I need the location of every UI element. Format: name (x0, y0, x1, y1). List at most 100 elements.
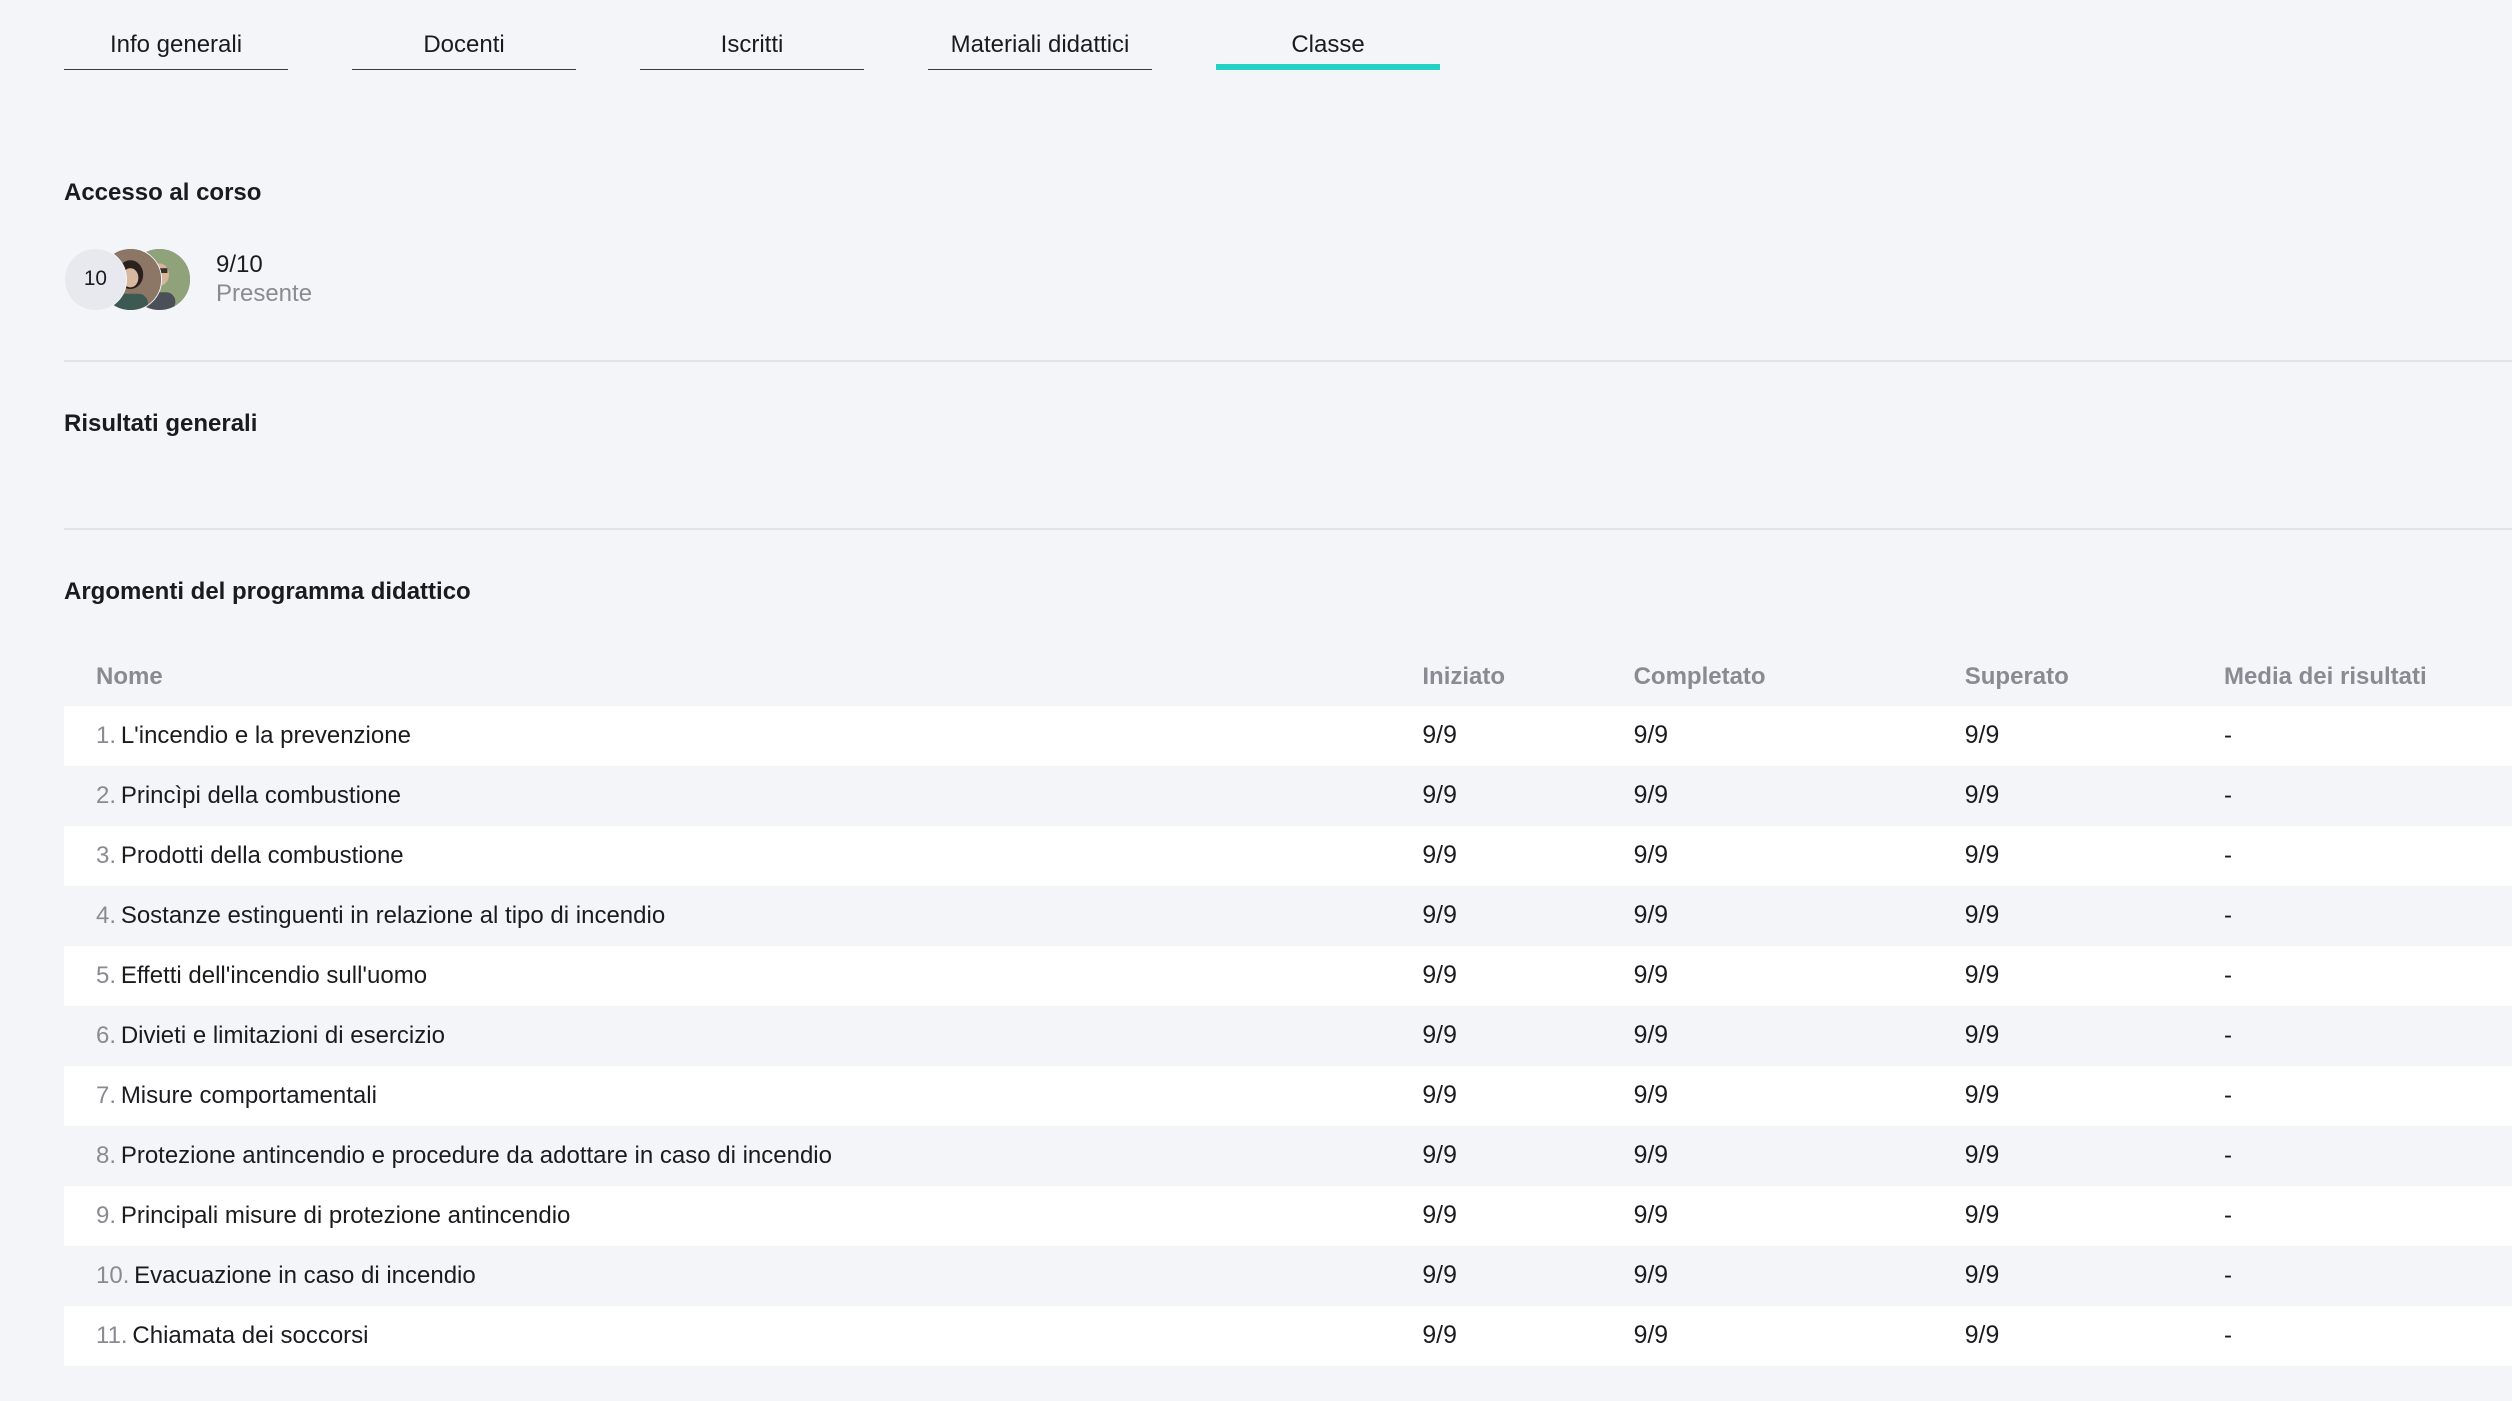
table-row[interactable]: 6. Divieti e limitazioni di esercizio 9/9 9… (64, 1005, 2512, 1066)
topic-completed-cell: 9/9 (1633, 1261, 1669, 1289)
access-status: Presente (215, 280, 313, 307)
topic-started-cell: 9/9 (1422, 781, 1457, 809)
table-row[interactable]: 7. Misure comportamentali 9/9 9/9 9/9- (64, 1065, 2512, 1126)
topic-started-cell: 9/9 (1422, 1261, 1457, 1289)
topic-index: 9. (96, 1201, 117, 1229)
topics-table: Nome Iniziato Completato Superato Media … (64, 648, 2512, 1366)
topic-name: Sostanze estinguenti in relazione al tip… (120, 901, 666, 929)
topic-completed-cell: 9/9 (1633, 1141, 1669, 1169)
table-row[interactable]: 11. Chiamata dei soccorsi 9/9 9/9 9/9- (64, 1305, 2512, 1366)
topic-started-cell: 9/9 (1422, 1021, 1457, 1049)
topic-average-cell: - (2223, 781, 2232, 809)
topic-name-cell: 8. Protezione antincendio e procedure da … (64, 1142, 1422, 1170)
topic-passed-cell: 9/9 (1964, 1321, 2000, 1349)
topic-started-cell: 9/9 (1422, 841, 1457, 869)
results-section-title: Risultati generali (64, 409, 258, 437)
topic-name-cell: 10. Evacuazione in caso di incendio (64, 1262, 1422, 1290)
topic-index: 7. (96, 1081, 117, 1109)
topic-name-cell: 11. Chiamata dei soccorsi (64, 1322, 1422, 1350)
topic-started-cell: 9/9 (1422, 1321, 1457, 1349)
table-row[interactable]: 4. Sostanze estinguenti in relazione al t… (64, 885, 2512, 946)
tab-info-generali[interactable]: Info generali (64, 29, 288, 70)
topic-name-cell: 4. Sostanze estinguenti in relazione al t… (64, 902, 1422, 930)
topic-completed-cell: 9/9 (1633, 721, 1669, 749)
topics-section-title: Argomenti del programma didattico (64, 577, 471, 605)
topic-passed-cell: 9/9 (1964, 1081, 2000, 1109)
table-row[interactable]: 10. Evacuazione in caso di incendio 9/9 9/9… (64, 1245, 2512, 1306)
topic-average-cell: - (2223, 1261, 2232, 1289)
topic-completed-cell: 9/9 (1633, 841, 1669, 869)
topic-started-cell: 9/9 (1422, 1081, 1457, 1109)
column-header-started[interactable]: Iniziato (1422, 663, 1633, 691)
table-header: Nome Iniziato Completato Superato Media … (64, 648, 2512, 706)
topic-passed-cell: 9/9 (1964, 781, 2000, 809)
topic-completed-cell: 9/9 (1633, 1321, 1669, 1349)
column-header-completed[interactable]: Completato (1634, 663, 1965, 691)
tab-iscritti[interactable]: Iscritti (640, 29, 864, 70)
topic-average-cell: - (2223, 721, 2232, 749)
tab-classe[interactable]: Classe (1216, 29, 1440, 70)
topic-index: 6. (96, 1021, 117, 1049)
topic-passed-cell: 9/9 (1964, 721, 2000, 749)
tab-docenti[interactable]: Docenti (352, 29, 576, 70)
topic-completed-cell: 9/9 (1633, 1201, 1669, 1229)
table-row[interactable]: 1. L'incendio e la prevenzione 9/9 9/9 9/9 - (64, 705, 2512, 766)
topic-name: L'incendio e la prevenzione (120, 721, 411, 749)
topic-index: 4. (96, 901, 117, 929)
topic-index: 5. (96, 961, 117, 989)
access-info: 9/10 Presente (216, 251, 312, 309)
topic-average-cell: - (2223, 841, 2232, 869)
topic-name: Prodotti della combustione (120, 841, 404, 869)
avatar-group[interactable]: 10 (64, 248, 195, 312)
topic-completed-cell: 9/9 (1633, 1081, 1669, 1109)
table-row[interactable]: 8. Protezione antincendio e procedure da … (64, 1125, 2512, 1186)
topic-name-cell: 5. Effetti dell'incendio sull'uomo (64, 962, 1422, 990)
topic-name-cell: 2. Princìpi della combustione (64, 782, 1422, 810)
column-header-passed[interactable]: Superato (1965, 663, 2224, 691)
topic-name-cell: 3. Prodotti della combustione (64, 842, 1422, 870)
topic-average-cell: - (2223, 1321, 2232, 1349)
topic-passed-cell: 9/9 (1964, 1021, 2000, 1049)
topic-completed-cell: 9/9 (1633, 901, 1669, 929)
topic-started-cell: 9/9 (1422, 901, 1457, 929)
topic-name: Chiamata dei soccorsi (132, 1321, 369, 1349)
topic-index: 1. (96, 721, 117, 749)
topic-average-cell: - (2223, 1021, 2232, 1049)
topic-index: 11. (96, 1321, 128, 1349)
table-row[interactable]: 3. Prodotti della combustione 9/9 9/9 9/9- (64, 825, 2512, 886)
topic-name: Effetti dell'incendio sull'uomo (120, 961, 428, 989)
topic-name: Evacuazione in caso di incendio (134, 1261, 476, 1289)
topic-name-cell: 9. Principali misure di protezione antinc… (64, 1202, 1422, 1230)
topic-completed-cell: 9/9 (1633, 961, 1669, 989)
topic-name-cell: 7. Misure comportamentali (64, 1082, 1422, 1110)
table-row[interactable]: 5. Effetti dell'incendio sull'uomo 9/9 9/9 9… (64, 945, 2512, 1006)
topic-average-cell: - (2223, 1141, 2232, 1169)
topic-index: 10. (96, 1261, 130, 1289)
topic-completed-cell: 9/9 (1633, 1021, 1669, 1049)
topic-passed-cell: 9/9 (1964, 1141, 2000, 1169)
column-header-name[interactable]: Nome (64, 663, 1422, 691)
topic-started-cell: 9/9 (1422, 1201, 1457, 1229)
divider (64, 360, 2512, 362)
access-ratio: 9/10 (215, 251, 263, 279)
topic-name: Principali misure di protezione antincen… (120, 1201, 571, 1229)
topic-passed-cell: 9/9 (1964, 1261, 2000, 1289)
topic-name-cell: 6. Divieti e limitazioni di esercizio (64, 1022, 1422, 1050)
table-row[interactable]: 2. Princìpi della combustione 9/9 9/9 9/9- (64, 765, 2512, 826)
tab-bar: Info generali Docenti Iscritti Materiali… (64, 29, 1440, 70)
topic-average-cell: - (2223, 961, 2232, 989)
topic-index: 2. (96, 781, 117, 809)
topic-passed-cell: 9/9 (1964, 961, 2000, 989)
divider (64, 528, 2512, 530)
access-section-title: Accesso al corso (64, 179, 262, 207)
tab-materiali-didattici[interactable]: Materiali didattici (928, 29, 1152, 70)
topic-average-cell: - (2223, 901, 2232, 929)
topic-passed-cell: 9/9 (1964, 1201, 2000, 1229)
topic-name: Princìpi della combustione (120, 781, 401, 809)
topic-started-cell: 9/9 (1422, 721, 1457, 749)
column-header-average[interactable]: Media dei risultati (2224, 663, 2512, 691)
table-row[interactable]: 9. Principali misure di protezione antinc… (64, 1185, 2512, 1246)
topic-passed-cell: 9/9 (1964, 841, 2000, 869)
topic-index: 8. (96, 1141, 117, 1169)
topic-name: Protezione antincendio e procedure da ad… (120, 1141, 832, 1169)
